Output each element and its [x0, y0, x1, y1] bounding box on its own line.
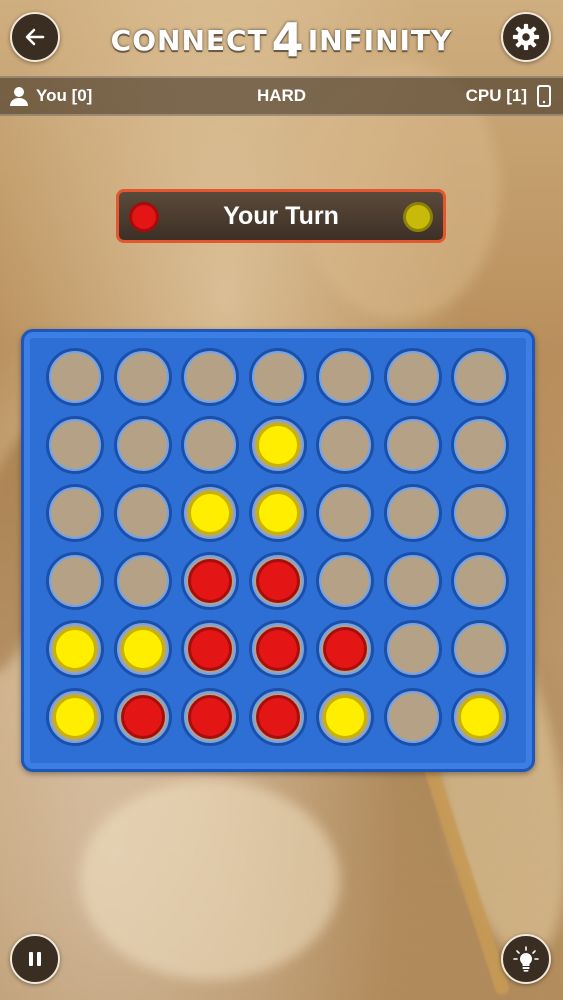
gear-icon — [512, 23, 540, 51]
board-cell[interactable] — [181, 484, 239, 542]
cpu-score: CPU [1] — [466, 85, 551, 107]
board-cell[interactable] — [451, 484, 509, 542]
board-cell[interactable] — [316, 620, 374, 678]
red-disc — [120, 695, 165, 739]
board-cell[interactable] — [248, 484, 307, 542]
board-cell[interactable] — [46, 620, 104, 678]
cpu-score-label: CPU [1] — [465, 86, 527, 105]
red-disc — [188, 627, 232, 671]
settings-button[interactable] — [501, 12, 551, 62]
yellow-disc — [255, 491, 300, 535]
board-cell[interactable] — [383, 484, 442, 542]
lightbulb-icon — [513, 946, 539, 972]
red-disc — [188, 695, 232, 739]
logo-word-connect: CONNECT — [110, 23, 268, 57]
pause-icon — [29, 952, 41, 966]
background-wheat — [80, 780, 340, 980]
turn-text: Your Turn — [223, 201, 339, 230]
board-cell[interactable] — [383, 688, 442, 746]
board-cell[interactable] — [316, 484, 374, 542]
board-cell[interactable] — [46, 688, 104, 746]
pause-button[interactable] — [10, 934, 60, 984]
red-disc — [188, 559, 232, 603]
board-cell[interactable] — [46, 348, 104, 406]
board-cell[interactable] — [451, 552, 509, 610]
board-cell[interactable] — [451, 688, 509, 746]
board-cell[interactable] — [383, 348, 442, 406]
back-button[interactable] — [10, 12, 60, 62]
red-disc — [323, 627, 367, 671]
board-cell[interactable] — [46, 416, 104, 474]
player-disc-indicator — [129, 202, 159, 232]
board-cell[interactable] — [248, 688, 307, 746]
board-cell[interactable] — [383, 552, 442, 610]
board-cell[interactable] — [113, 348, 172, 406]
board-cell[interactable] — [113, 688, 172, 746]
board-cell[interactable] — [113, 620, 172, 678]
red-disc — [255, 695, 300, 739]
board-cell[interactable] — [316, 416, 374, 474]
board-cell[interactable] — [248, 348, 307, 406]
player-score: You [0] — [10, 86, 92, 106]
board-cell[interactable] — [113, 552, 172, 610]
board-cell[interactable] — [113, 484, 172, 542]
phone-icon — [537, 85, 551, 107]
board-cell[interactable] — [248, 552, 307, 610]
score-bar: HARD You [0] CPU [1] — [0, 76, 563, 116]
yellow-disc — [255, 423, 300, 467]
yellow-disc — [120, 627, 165, 671]
board-cell[interactable] — [451, 348, 509, 406]
board-cell[interactable] — [316, 552, 374, 610]
yellow-disc — [458, 695, 502, 739]
cpu-disc-indicator — [403, 202, 433, 232]
board-cell[interactable] — [181, 688, 239, 746]
board-cell[interactable] — [316, 348, 374, 406]
yellow-disc — [53, 627, 97, 671]
board-cell[interactable] — [46, 484, 104, 542]
game-board[interactable] — [21, 329, 535, 772]
red-disc — [255, 559, 300, 603]
player-score-label: You [0] — [36, 86, 93, 105]
board-cell[interactable] — [451, 620, 509, 678]
board-cell[interactable] — [181, 620, 239, 678]
board-cell[interactable] — [316, 688, 374, 746]
person-icon — [10, 87, 28, 106]
board-cell[interactable] — [383, 620, 442, 678]
board-cell[interactable] — [181, 416, 239, 474]
game-logo: CONNECT 4 INFINITY — [90, 16, 473, 64]
yellow-disc — [53, 695, 97, 739]
back-arrow-icon — [25, 28, 45, 46]
board-cell[interactable] — [451, 416, 509, 474]
logo-number: 4 — [271, 13, 304, 67]
hint-button[interactable] — [501, 934, 551, 984]
board-cell[interactable] — [383, 416, 442, 474]
board-cell[interactable] — [113, 416, 172, 474]
board-cell[interactable] — [248, 416, 307, 474]
turn-indicator: Your Turn — [116, 189, 446, 243]
yellow-disc — [323, 695, 367, 739]
board-cell[interactable] — [46, 552, 104, 610]
logo-word-infinity: INFINITY — [307, 23, 453, 57]
board-cell[interactable] — [248, 620, 307, 678]
yellow-disc — [188, 491, 232, 535]
board-cell[interactable] — [181, 552, 239, 610]
red-disc — [255, 627, 300, 671]
board-cell[interactable] — [181, 348, 239, 406]
